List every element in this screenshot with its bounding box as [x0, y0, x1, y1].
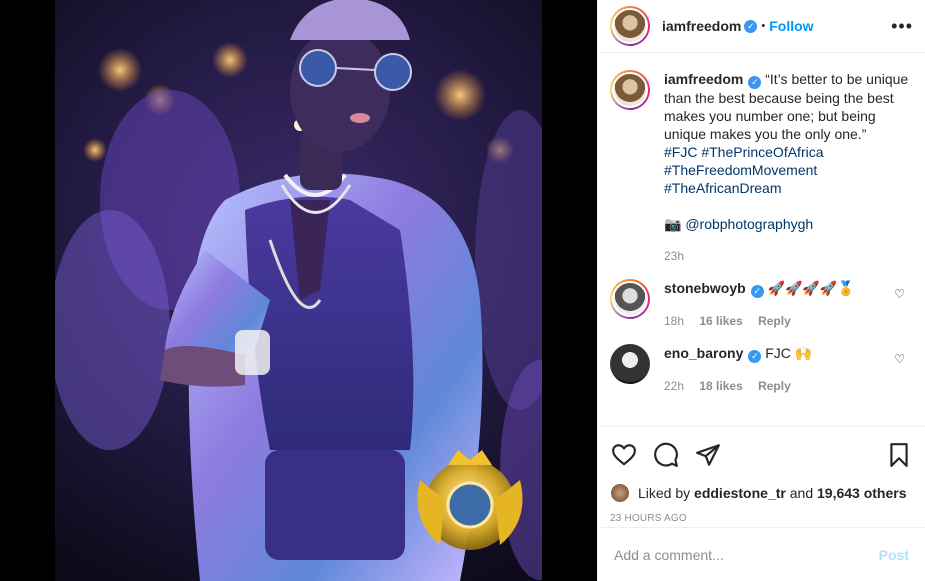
more-options-icon[interactable]: •••: [891, 17, 913, 35]
comment-item: eno_barony ✓ FJC 🙌 22h 18 likes Reply ♡: [610, 344, 909, 395]
heart-icon[interactable]: [610, 441, 638, 469]
reply-button[interactable]: Reply: [758, 379, 791, 393]
caption-text: iamfreedom ✓ “It’s better to be unique th…: [664, 70, 909, 265]
comment-meta: 18h 16 likes Reply: [664, 312, 909, 330]
comment-icon[interactable]: [652, 441, 680, 469]
separator-dot: •: [761, 20, 766, 32]
credit-mention-link[interactable]: @robphotographygh: [685, 216, 813, 232]
hashtag-link[interactable]: #FJC #ThePrinceOfAfrica: [664, 143, 909, 161]
comment-like-heart-icon[interactable]: ♡: [894, 287, 905, 301]
add-comment-bar: Post: [598, 527, 925, 581]
verified-badge-icon: ✓: [748, 350, 762, 363]
liked-by-user-link[interactable]: eddiestone_tr: [694, 485, 786, 501]
comment-body: eno_barony ✓ FJC 🙌 22h 18 likes Reply: [664, 344, 909, 395]
verified-badge-icon: ✓: [748, 76, 762, 89]
commenter-username[interactable]: stonebwoyb: [664, 280, 746, 296]
comment-text: 🚀🚀🚀🚀🏅: [767, 280, 855, 296]
photo-letterbox-left: [0, 0, 55, 581]
comment-body: stonebwoyb ✓ 🚀🚀🚀🚀🏅 18h 16 likes Reply: [664, 279, 909, 330]
comment-like-heart-icon[interactable]: ♡: [894, 352, 905, 366]
post-details-panel: iamfreedom ✓ • Follow ••• iamfreedom ✓ “I…: [597, 0, 925, 581]
hashtag-link[interactable]: #TheAfricanDream: [664, 179, 909, 197]
comment-likes[interactable]: 16 likes: [699, 314, 742, 328]
post-image-art: [0, 0, 597, 581]
verified-badge-icon: ✓: [744, 19, 758, 33]
comment-time[interactable]: 22h: [664, 379, 684, 393]
comment-time[interactable]: 18h: [664, 314, 684, 328]
post-header: iamfreedom ✓ • Follow •••: [598, 0, 925, 53]
commenter-avatar[interactable]: [610, 279, 650, 319]
photo-credit: 📷 @robphotographygh: [664, 215, 909, 233]
paper-plane-icon[interactable]: [694, 441, 722, 469]
follow-button[interactable]: Follow: [769, 18, 813, 34]
comments-list[interactable]: iamfreedom ✓ “It’s better to be unique th…: [598, 54, 925, 426]
liked-by-and: and: [789, 485, 814, 501]
comment-likes[interactable]: 18 likes: [699, 379, 742, 393]
post-photo[interactable]: [0, 0, 597, 581]
reply-button[interactable]: Reply: [758, 314, 791, 328]
post-actions: Liked by eddiestone_tr and 19,643 others…: [598, 426, 925, 532]
camera-icon: 📷: [664, 216, 682, 232]
commenter-username[interactable]: eno_barony: [664, 345, 743, 361]
liked-by-prefix: Liked by: [638, 485, 691, 501]
caption-time[interactable]: 23h: [664, 247, 909, 265]
action-bar: [610, 435, 913, 475]
photo-letterbox-right: [542, 0, 597, 581]
bookmark-icon[interactable]: [885, 441, 913, 469]
liker-avatar[interactable]: [610, 483, 630, 503]
instagram-post-view: iamfreedom ✓ • Follow ••• iamfreedom ✓ “I…: [0, 0, 925, 581]
author-username[interactable]: iamfreedom: [662, 18, 741, 34]
likes-summary: Liked by eddiestone_tr and 19,643 others: [610, 483, 913, 503]
post-comment-button[interactable]: Post: [879, 547, 909, 563]
commenter-avatar[interactable]: [610, 344, 650, 384]
verified-badge-icon: ✓: [750, 285, 764, 298]
author-avatar[interactable]: [610, 6, 650, 46]
caption-author-username[interactable]: iamfreedom: [664, 71, 743, 87]
add-comment-input[interactable]: [614, 546, 879, 563]
caption-author-avatar[interactable]: [610, 70, 650, 110]
comment-meta: 22h 18 likes Reply: [664, 377, 909, 395]
hashtag-link[interactable]: #TheFreedomMovement: [664, 161, 909, 179]
comment-item: stonebwoyb ✓ 🚀🚀🚀🚀🏅 18h 16 likes Reply ♡: [610, 279, 909, 330]
liked-by-others-link[interactable]: 19,643 others: [817, 485, 907, 501]
comment-text: FJC 🙌: [765, 345, 813, 361]
post-timestamp[interactable]: 23 HOURS AGO: [610, 513, 913, 524]
caption-row: iamfreedom ✓ “It’s better to be unique th…: [610, 70, 909, 265]
